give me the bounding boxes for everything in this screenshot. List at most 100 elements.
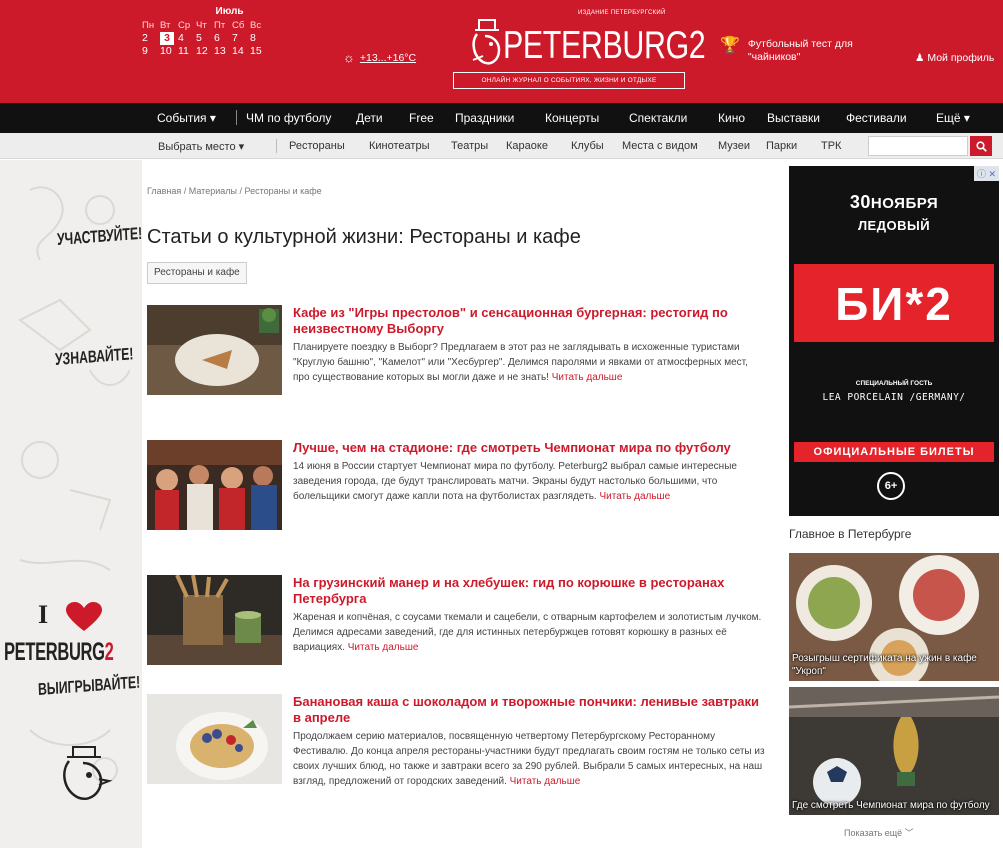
article-thumbnail-fans[interactable] [147, 440, 282, 530]
article-title[interactable]: Лучше, чем на стадионе: где смотреть Чем… [293, 440, 767, 456]
heart-icon [66, 602, 102, 631]
read-more-link[interactable]: Читать дальше [552, 372, 623, 383]
calendar-day[interactable]: 13 [214, 45, 232, 58]
ad-venue: ЛЕДОВЫЙ [857, 218, 931, 233]
ad-date-month: НОЯБРЯ [870, 195, 939, 212]
article-title[interactable]: Кафе из "Игры престолов" и сенсационная … [293, 305, 767, 337]
nav-item-kids[interactable]: Дети [356, 111, 383, 125]
sidebar-news-card[interactable]: Где смотреть Чемпионат мира по футболу [789, 687, 999, 815]
subnav-item-malls[interactable]: ТРК [821, 140, 841, 152]
ad-tickets-button[interactable]: ОФИЦИАЛЬНЫЕ БИЛЕТЫ [794, 442, 994, 462]
main-nav: События ▾ ЧМ по футболу Дети Free Праздн… [0, 103, 1003, 133]
subnav-separator [276, 139, 277, 153]
read-more-link[interactable]: Читать дальше [348, 642, 419, 653]
weather-widget[interactable]: ☼ +13...+16°C [343, 50, 416, 65]
calendar-day[interactable]: 12 [196, 45, 214, 58]
nav-item-more[interactable]: Ещё ▾ [936, 111, 970, 125]
ad-band-name: БИ*2 [835, 278, 953, 330]
ad-info-badge[interactable]: ⓘ ✕ [973, 166, 999, 181]
calendar-week-2: 9 10 11 12 13 14 15 [142, 45, 307, 58]
category-filter-button[interactable]: Рестораны и кафе [147, 262, 247, 284]
calendar-day[interactable]: 11 [178, 45, 196, 58]
calendar-day[interactable]: 14 [232, 45, 250, 58]
concert-ad-banner[interactable]: ⓘ ✕ 30НОЯБРЯ ЛЕДОВЫЙ БИ*2 СПЕЦИАЛЬНЫЙ ГО… [789, 166, 999, 516]
calendar-day[interactable]: 5 [196, 32, 214, 45]
calendar-month: Июль [215, 6, 244, 17]
article-body: Кафе из "Игры престолов" и сенсационная … [293, 305, 767, 385]
subnav-item-parks[interactable]: Парки [766, 140, 797, 152]
weather-temperature[interactable]: +13...+16°C [360, 52, 416, 64]
calendar-weekdays: Пн Вт Ср Чт Пт Сб Вс [142, 19, 307, 32]
my-profile-link[interactable]: ♟ Мой профиль [915, 52, 994, 64]
breadcrumb-current: Рестораны и кафе [244, 186, 322, 196]
subnav-item-cinemas[interactable]: Кинотеатры [369, 140, 429, 152]
calendar-day[interactable]: 15 [250, 45, 268, 58]
logo-wordmark: PETERBURG2 [503, 24, 706, 67]
subnav-item-karaoke[interactable]: Караоке [506, 140, 548, 152]
article-card: Кафе из "Игры престолов" и сенсационная … [147, 305, 767, 415]
choose-place-dropdown[interactable]: Выбрать место ▾ [158, 140, 244, 153]
nav-item-exhibitions[interactable]: Выставки [767, 111, 820, 125]
trophy-icon: 🏆 [720, 37, 740, 54]
calendar-day[interactable]: 4 [178, 32, 196, 45]
calendar-day[interactable]: 7 [232, 32, 250, 45]
calendar-day[interactable]: 6 [214, 32, 232, 45]
calendar-widget: Июль Пн Вт Ср Чт Пт Сб Вс 2 3 4 5 6 7 8 … [142, 6, 307, 58]
article-thumbnail-pie[interactable] [147, 305, 282, 395]
user-icon: ♟ [915, 52, 925, 64]
subnav-item-theatres[interactable]: Театры [451, 140, 488, 152]
search-button[interactable] [970, 136, 992, 156]
read-more-link[interactable]: Читать дальше [510, 776, 581, 787]
article-title[interactable]: На грузинский манер и на хлебушек: гид п… [293, 575, 767, 607]
breadcrumb-materials[interactable]: Материалы [189, 186, 237, 196]
article-thumbnail-smelt[interactable] [147, 575, 282, 665]
calendar-day[interactable]: 2 [142, 32, 160, 45]
my-profile-label[interactable]: Мой профиль [927, 52, 994, 64]
sidebar-card-caption[interactable]: Где смотреть Чемпионат мира по футболу [792, 799, 992, 812]
breadcrumb-home[interactable]: Главная [147, 186, 181, 196]
nav-item-holidays[interactable]: Праздники [455, 111, 514, 125]
calendar-day-today[interactable]: 3 [160, 32, 174, 45]
article-title[interactable]: Банановая каша с шоколадом и творожные п… [293, 694, 767, 726]
nav-item-cinema[interactable]: Кино [718, 111, 745, 125]
calendar-week-1: 2 3 4 5 6 7 8 [142, 32, 307, 45]
nav-item-free[interactable]: Free [409, 111, 434, 125]
sun-icon: ☼ [343, 50, 355, 65]
weekday: Чт [196, 20, 207, 31]
sidebar-heading: Главное в Петербурге [789, 527, 912, 541]
sidebar-news-card[interactable]: Розыгрыш сертификата на ужин в кафе "Укр… [789, 553, 999, 681]
subnav-item-restaurants[interactable]: Рестораны [289, 140, 345, 152]
logo-publisher-text: ИЗДАНИЕ ПЕТЕРБУРГСКИЙ [578, 10, 666, 16]
page-title: Статьи о культурной жизни: Рестораны и к… [147, 226, 581, 248]
search-icon [975, 140, 987, 152]
subnav-item-museums[interactable]: Музеи [718, 140, 750, 152]
article-thumbnail-breakfast[interactable] [147, 694, 282, 784]
calendar-day[interactable]: 10 [160, 45, 178, 58]
nav-item-events[interactable]: События ▾ [157, 111, 216, 125]
brand-wordmark: PETERBURG2 [4, 638, 114, 667]
nav-item-plays[interactable]: Спектакли [629, 111, 687, 125]
football-test-promo[interactable]: 🏆 Футбольный тест для "чайников" [720, 38, 878, 64]
weekday: Сб [232, 20, 245, 31]
sidebar-card-caption[interactable]: Розыгрыш сертификата на ужин в кафе "Укр… [792, 652, 992, 678]
sidebar-card-image-trophy [789, 687, 999, 815]
subnav-item-clubs[interactable]: Клубы [571, 140, 604, 152]
nav-item-concerts[interactable]: Концерты [545, 111, 599, 125]
nav-item-world-cup[interactable]: ЧМ по футболу [246, 111, 331, 125]
article-body: Банановая каша с шоколадом и творожные п… [293, 694, 767, 789]
article-body: На грузинский манер и на хлебушек: гид п… [293, 575, 767, 655]
article-description: Планируете поездку в Выборг? Предлагаем … [293, 340, 767, 385]
article-body: Лучше, чем на стадионе: где смотреть Чем… [293, 440, 767, 504]
site-logo[interactable]: ИЗДАНИЕ ПЕТЕРБУРГСКИЙ PETERBURG2 ОНЛАЙН … [453, 10, 706, 96]
subnav-item-views[interactable]: Места с видом [622, 140, 698, 152]
read-more-link[interactable]: Читать дальше [599, 491, 670, 502]
show-more-button[interactable]: Показать ещё ﹀ [844, 826, 914, 839]
calendar-day[interactable]: 9 [142, 45, 160, 58]
calendar-day[interactable]: 8 [250, 32, 268, 45]
weekday: Пт [214, 20, 226, 31]
article-description: 14 июня в России стартует Чемпионат мира… [293, 459, 767, 504]
nav-item-festivals[interactable]: Фестивали [846, 111, 907, 125]
search-input[interactable] [868, 136, 968, 156]
article-card: На грузинский манер и на хлебушек: гид п… [147, 575, 767, 675]
promo-text[interactable]: Футбольный тест для "чайников" [748, 38, 878, 64]
